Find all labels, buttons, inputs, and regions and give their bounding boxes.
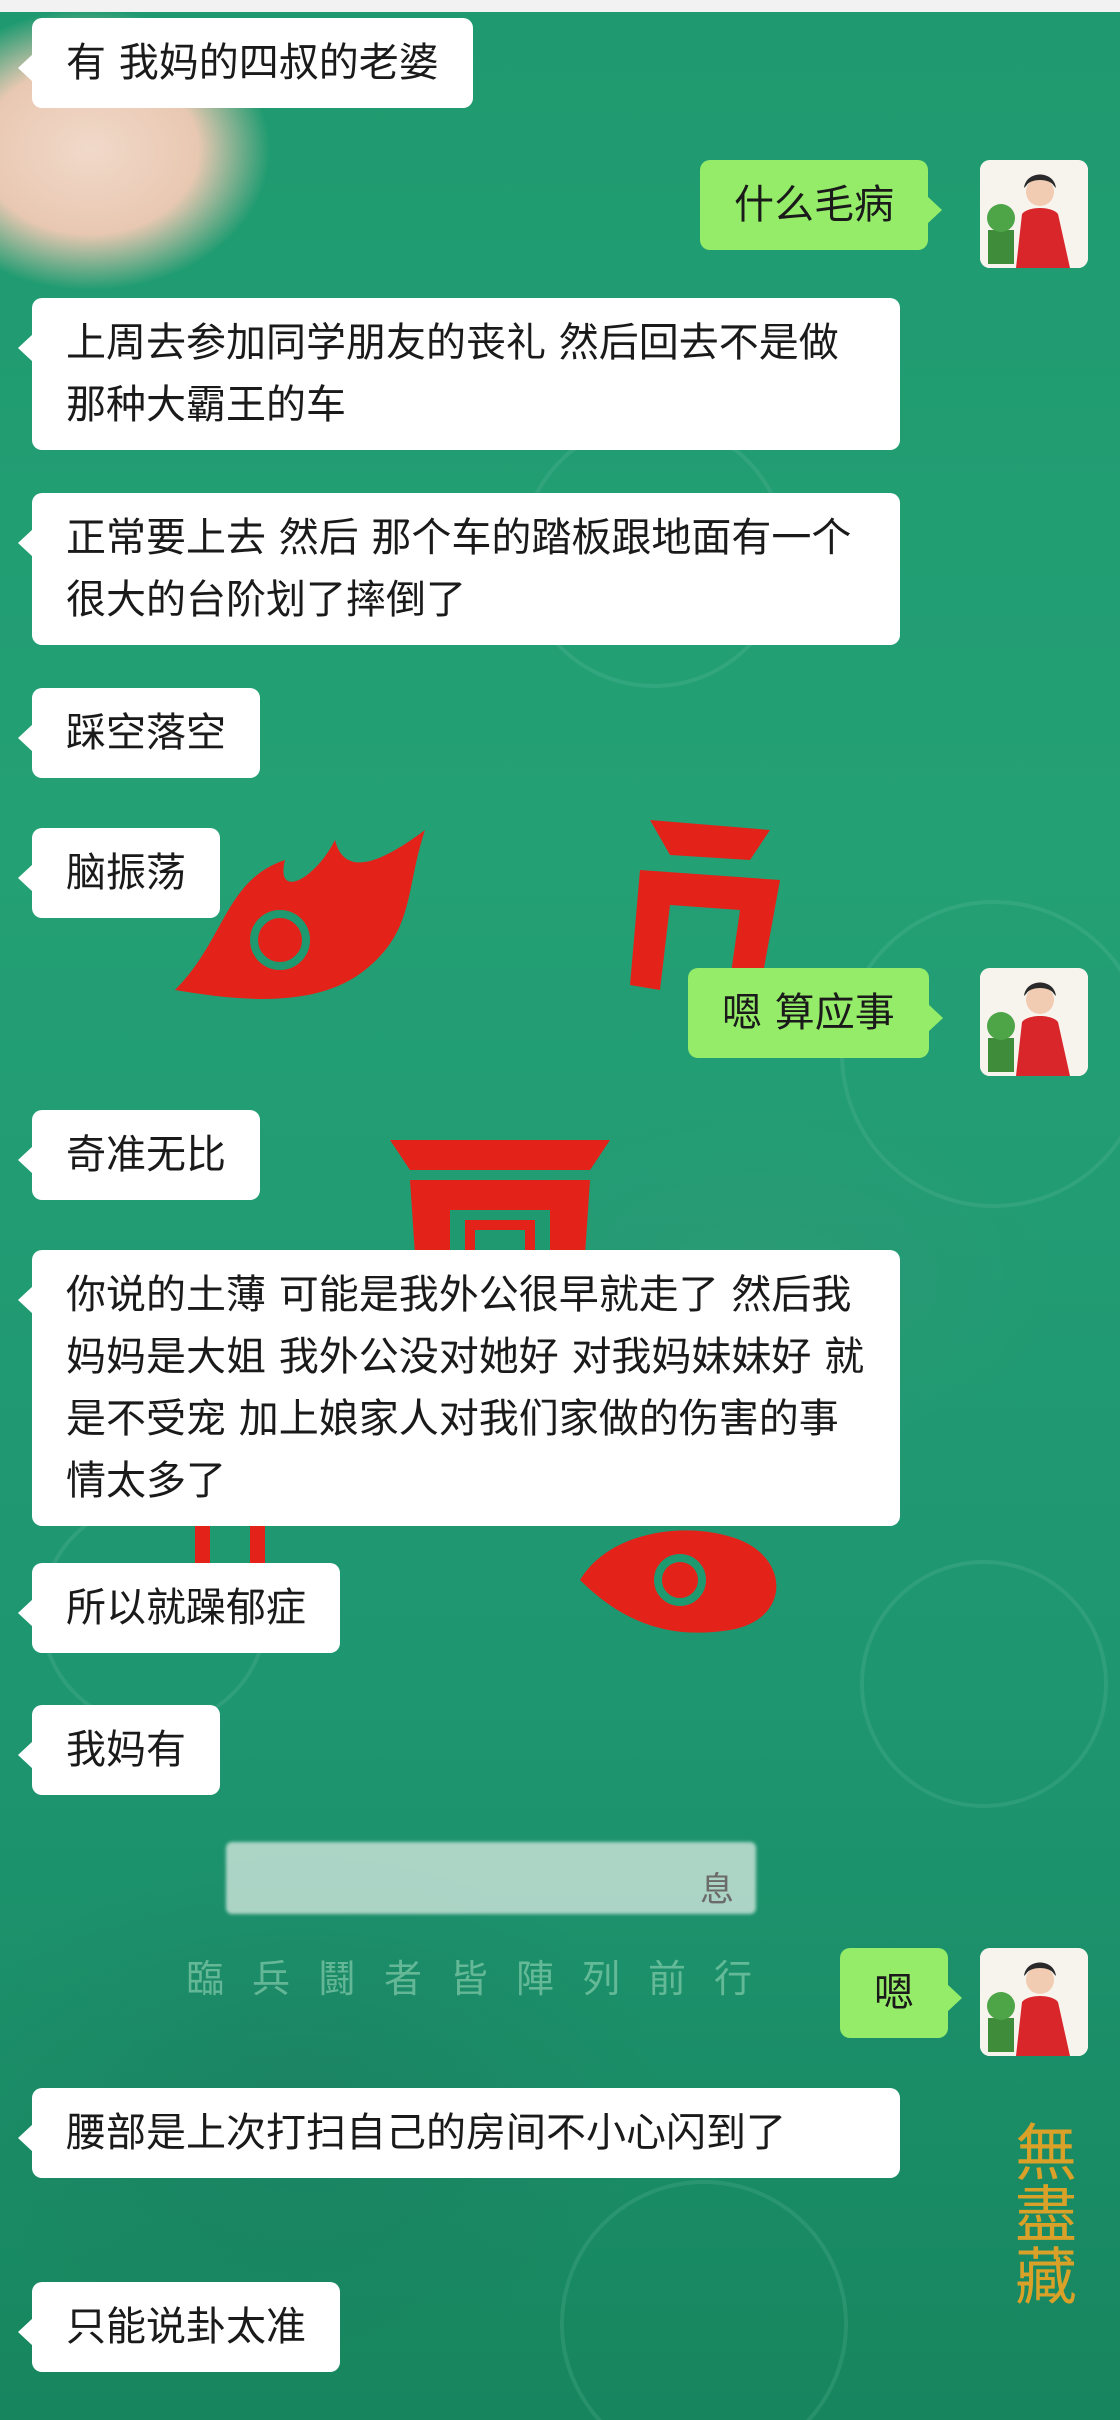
profile-avatar-icon[interactable] [980,160,1088,268]
message-bubble[interactable]: 嗯 算应事 [688,968,943,1058]
red-swirl-ornament [580,1530,777,1633]
message-bubble[interactable]: 什么毛病 [700,160,942,250]
background-watermark-text: 臨兵鬪者皆陣列前行 [186,1957,781,2001]
message-bubble[interactable]: 腰部是上次打扫自己的房间不小心闪到了 [18,2088,900,2178]
message-bubble[interactable]: 脑振荡 [18,828,220,918]
message-bubble[interactable]: 正常要上去 然后 那个车的踏板跟地面有一个很大的台阶划了摔倒了 [18,493,900,645]
system-notice-blurred [226,1842,756,1914]
message-bubble[interactable]: 有 我妈的四叔的老婆 [18,18,473,108]
background-seal-text: 無盡藏 [1004,2120,1077,2306]
system-notice-tail: 息 [700,1870,734,1910]
message-bubble[interactable]: 上周去参加同学朋友的丧礼 然后回去不是做那种大霸王的车 [18,298,900,450]
message-bubble[interactable]: 踩空落空 [18,688,260,778]
background-swirl [860,1560,1108,1808]
message-bubble[interactable]: 我妈有 [18,1705,220,1795]
message-bubble[interactable]: 嗯 [840,1948,962,2038]
background-swirl [560,2180,848,2420]
message-bubble[interactable]: 你说的土薄 可能是我外公很早就走了 然后我妈妈是大姐 我外公没对她好 对我妈妹妹… [18,1250,900,1526]
message-bubble[interactable]: 奇准无比 [18,1110,260,1200]
status-strip [0,0,1120,12]
chat-screen: 有 我妈的四叔的老婆 什么毛病 上周去参加同学朋友的丧礼 然后回去不是做那种大霸… [0,0,1120,2420]
message-bubble[interactable]: 所以就躁郁症 [18,1563,340,1653]
message-bubble[interactable]: 只能说卦太准 [18,2282,340,2372]
profile-avatar-icon[interactable] [980,968,1088,1076]
profile-avatar-icon[interactable] [980,1948,1088,2056]
